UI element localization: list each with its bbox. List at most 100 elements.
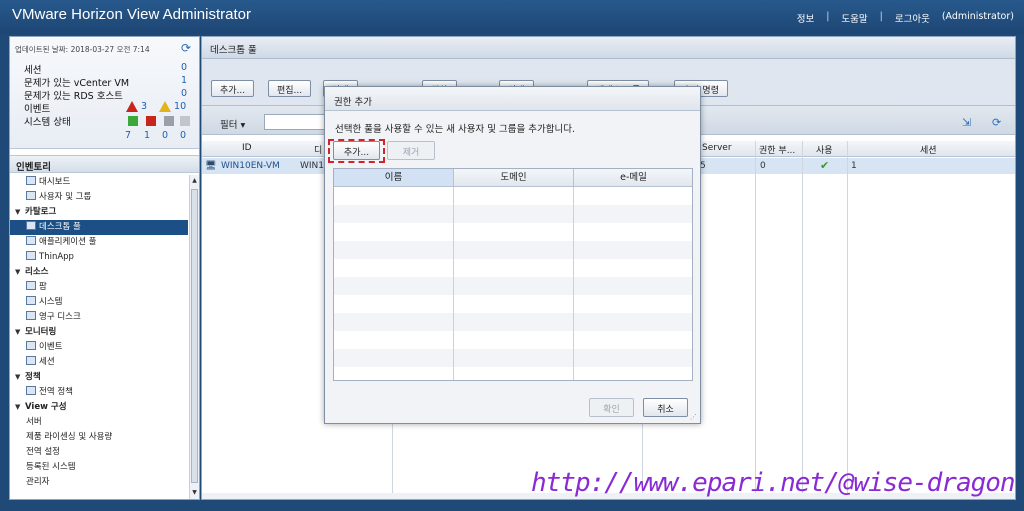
warning-count[interactable]: 10 [174,101,186,112]
expand-caret-icon[interactable]: ▼ [15,325,25,340]
scroll-down-icon[interactable]: ▼ [191,488,198,498]
help-link[interactable]: 도움말 [841,11,867,25]
resize-grip-icon[interactable]: ⋰ [690,413,698,421]
left-panel: 업데이트된 날짜: 2018-03-27 오전 7:14 ⟳ 세션 0 문제가 … [9,36,200,500]
scroll-thumb[interactable] [191,189,198,483]
column-domain[interactable]: 도메인 [454,169,574,187]
refresh-icon[interactable]: ⟳ [992,116,1001,129]
scroll-up-icon[interactable]: ▲ [191,176,198,186]
separator: | [879,11,883,22]
sidebar-item[interactable]: ▼ 모니터링 [10,325,188,340]
sidebar-item[interactable]: 관리자 [10,475,188,490]
sessions-icon [26,356,36,365]
sidebar-item[interactable]: 이벤트 [10,340,188,355]
expand-caret-icon[interactable]: ▼ [15,205,25,220]
list-item [334,205,692,223]
sidebar-item[interactable]: ▼ 정책 [10,370,188,385]
column-server[interactable]: Server [702,143,732,153]
sidebar-item[interactable]: 제품 라이센싱 및 사용량 [10,430,188,445]
chevron-down-icon: ▾ [240,120,246,131]
vm-icon: 🖥 [205,161,217,171]
sidebar-item[interactable]: 전역 설정 [10,445,188,460]
column-enabled[interactable]: 사용 [816,143,833,156]
export-icon[interactable]: ⇲ [962,116,971,129]
sidebar-item-label: 제품 라이센싱 및 사용량 [26,432,113,442]
health-count-unknown[interactable]: 0 [162,130,168,141]
remove-user-button[interactable]: 제거 [387,141,435,160]
filter-label: 필터 [220,120,238,131]
sidebar-item[interactable]: 사용자 및 그룹 [10,190,188,205]
status-summary: 업데이트된 날짜: 2018-03-27 오전 7:14 ⟳ 세션 0 문제가 … [10,37,199,149]
about-link[interactable]: 정보 [797,11,814,25]
health-count-ok[interactable]: 7 [125,130,131,141]
sidebar-item[interactable]: ▼ 카탈로그 [10,205,188,220]
sidebar-item-label: 이벤트 [39,342,63,352]
column-email[interactable]: e-메일 [574,169,692,187]
sidebar-item-label: 시스템 [39,297,63,307]
current-user: (Administrator) [941,11,1014,22]
status-value-vcenter[interactable]: 1 [181,75,187,86]
separator: | [826,11,830,22]
filter-dropdown[interactable]: 필터 ▾ [220,117,245,131]
health-ok-icon [128,116,138,126]
sidebar-item[interactable]: 대시보드 [10,175,188,190]
edit-pool-button[interactable]: 편집... [268,80,312,97]
cancel-button[interactable]: 취소 [643,398,688,417]
dashboard-icon [26,176,36,185]
expand-caret-icon[interactable]: ▼ [15,400,25,415]
expand-caret-icon[interactable]: ▼ [15,265,25,280]
sidebar-item-label: 카탈로그 [25,207,57,217]
sidebar-item[interactable]: ThinApp [10,250,188,265]
column-id[interactable]: ID [242,143,252,153]
refresh-icon[interactable]: ⟳ [181,42,193,54]
row-id[interactable]: WIN10EN-VM [221,161,280,171]
error-icon [126,101,138,112]
status-label-vcenter: 문제가 있는 vCenter VM [24,78,130,89]
thinapp-icon [26,251,36,260]
filter-input[interactable] [264,114,326,130]
sidebar-item-label: 팜 [39,282,47,292]
sidebar-item-label: View 구성 [25,402,67,412]
dialog-description: 선택한 풀을 사용할 수 있는 새 사용자 및 그룹을 추가합니다. [335,124,575,135]
ok-button[interactable]: 확인 [589,398,634,417]
sidebar-item[interactable]: 시스템 [10,295,188,310]
tree-scrollbar[interactable]: ▲ ▼ [189,175,199,499]
column-display[interactable]: 디 [314,143,322,156]
add-pool-button[interactable]: 추가... [211,80,255,97]
status-value-rds[interactable]: 0 [181,88,187,99]
add-entitlement-dialog: 권한 추가 선택한 풀을 사용할 수 있는 새 사용자 및 그룹을 추가합니다.… [324,86,701,424]
sidebar-item[interactable]: 데스크톱 풀 [10,220,188,235]
page-title: 데스크톱 풀 [202,37,1015,59]
sidebar-item-label: 사용자 및 그룹 [39,192,92,202]
sidebar-item[interactable]: 영구 디스크 [10,310,188,325]
column-name[interactable]: 이름 [334,169,454,187]
status-value-sessions[interactable]: 0 [181,62,187,73]
sidebar-item[interactable]: ▼ 리소스 [10,265,188,280]
event-counts: 3 10 [126,101,186,112]
health-count-disabled[interactable]: 0 [180,130,186,141]
health-count-error[interactable]: 1 [144,130,150,141]
row-sessions: 1 [851,161,857,171]
column-sessions[interactable]: 세션 [920,143,937,156]
sidebar-item[interactable]: 전역 정책 [10,385,188,400]
sidebar-item[interactable]: 서버 [10,415,188,430]
policy-icon [26,386,36,395]
column-entitled[interactable]: 권한 부... [759,143,795,156]
add-user-button[interactable]: 추가... [333,141,380,160]
logout-link[interactable]: 로그아웃 [895,11,930,25]
error-count[interactable]: 3 [141,101,147,112]
sidebar-item[interactable]: 애플리케이션 풀 [10,235,188,250]
watermark: http://www.epari.net/@wise-dragon [531,468,1016,498]
app-title: VMware Horizon View Administrator [12,6,251,23]
expand-caret-icon[interactable]: ▼ [15,370,25,385]
sidebar-item[interactable]: ▼ View 구성 [10,400,188,415]
farm-icon [26,281,36,290]
sidebar-item[interactable]: 등록된 시스템 [10,460,188,475]
check-icon: ✔ [820,159,830,172]
sidebar-item[interactable]: 세션 [10,355,188,370]
app-pool-icon [26,236,36,245]
warning-icon [159,101,172,112]
sidebar-item[interactable]: 팜 [10,280,188,295]
dialog-title: 권한 추가 [325,87,700,111]
sidebar-item-label: 전역 정책 [39,387,73,397]
